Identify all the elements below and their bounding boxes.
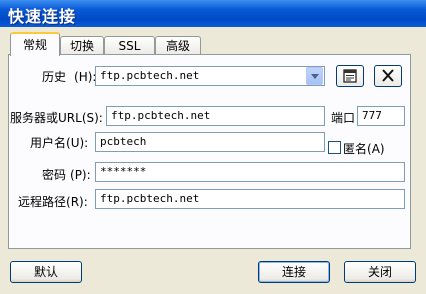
- password-label: 密码 (P):: [42, 166, 91, 183]
- server-label-text: 服务器或URL: [10, 111, 82, 125]
- anonymous-label: 匿名(A): [343, 140, 385, 157]
- history-label-text: 历史: [42, 70, 67, 84]
- close-x-icon: [382, 69, 394, 82]
- document-icon: [343, 69, 357, 83]
- history-mnemonic: (H):: [74, 70, 97, 84]
- password-label-text: 密码: [42, 168, 67, 182]
- server-label: 服务器或URL(S):: [10, 109, 103, 126]
- username-value: pcbtech: [100, 135, 147, 148]
- remote-path-input[interactable]: ftp.pcbtech.net: [95, 189, 405, 209]
- port-input[interactable]: 777: [357, 106, 405, 126]
- history-value: ftp.pcbtech.net: [100, 69, 200, 82]
- server-input[interactable]: ftp.pcbtech.net: [106, 106, 325, 126]
- close-button[interactable]: 关闭: [344, 261, 416, 283]
- password-value: *******: [100, 165, 147, 178]
- remote-path-label-text: 远程路径: [18, 195, 67, 209]
- remote-path-label: 远程路径(R):: [18, 193, 88, 210]
- history-dropdown-button[interactable]: [306, 67, 323, 85]
- password-input[interactable]: *******: [95, 162, 405, 182]
- connect-button[interactable]: 连接: [258, 261, 330, 283]
- server-mnemonic: (S):: [81, 111, 103, 125]
- anonymous-mnemonic: (A): [367, 142, 385, 156]
- remote-path-value: ftp.pcbtech.net: [100, 192, 200, 205]
- port-label: 端口: [331, 111, 356, 125]
- anonymous-checkbox[interactable]: [328, 141, 341, 154]
- default-button[interactable]: 默认: [10, 261, 82, 283]
- port-value: 777: [362, 109, 382, 122]
- remote-path-mnemonic: (R):: [66, 195, 88, 209]
- anonymous-label-text: 匿名: [343, 142, 368, 156]
- username-label: 用户名(U):: [30, 134, 88, 151]
- history-details-button[interactable]: [336, 65, 364, 87]
- history-combobox[interactable]: ftp.pcbtech.net: [95, 66, 325, 86]
- server-value: ftp.pcbtech.net: [111, 109, 211, 122]
- history-label: 历史 (H):: [42, 68, 96, 85]
- username-label-text: 用户名: [30, 136, 67, 150]
- username-input[interactable]: pcbtech: [95, 132, 325, 152]
- history-delete-button[interactable]: [374, 65, 402, 87]
- username-mnemonic: (U):: [66, 136, 89, 150]
- password-mnemonic: (P):: [70, 168, 91, 182]
